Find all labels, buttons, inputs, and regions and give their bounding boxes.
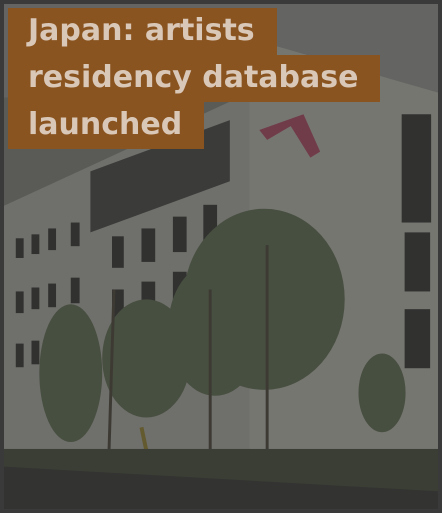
headline[interactable]: Japan: artists residency database launch… — [8, 8, 381, 149]
headline-line-1[interactable]: Japan: artists — [8, 8, 277, 55]
article-card[interactable]: Japan: artists residency database launch… — [0, 0, 442, 513]
headline-line-2[interactable]: residency database — [8, 55, 381, 102]
headline-line-3[interactable]: launched — [8, 102, 205, 149]
